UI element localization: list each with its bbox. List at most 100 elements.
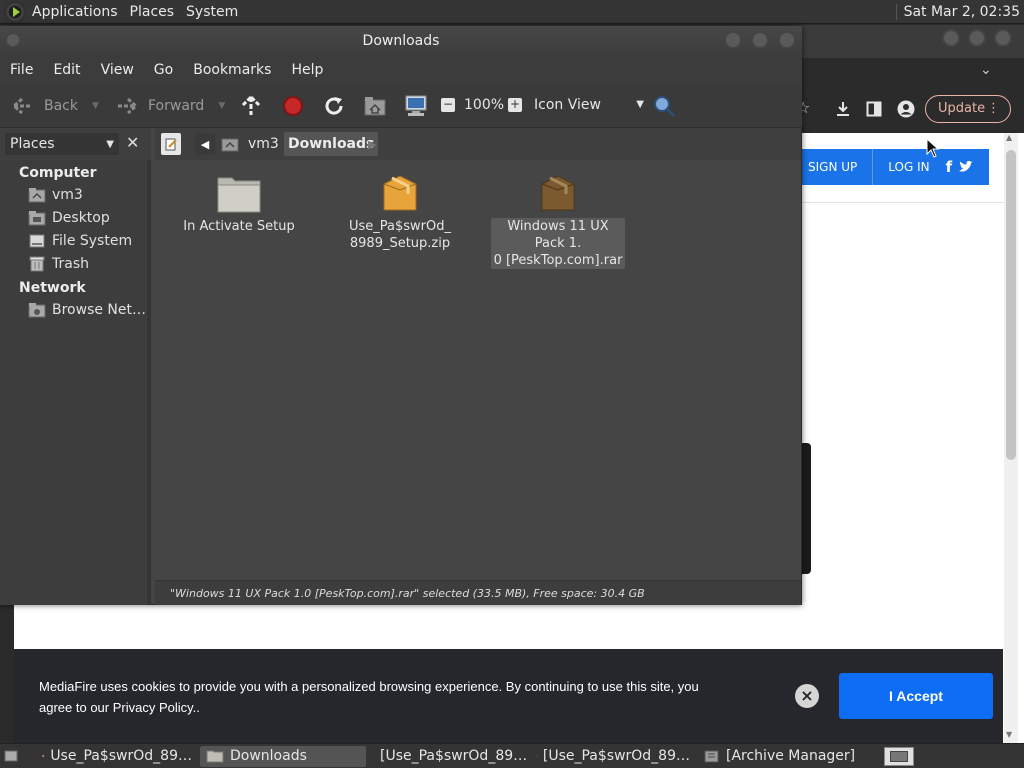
file-item-folder[interactable]: In Activate Setup — [168, 172, 310, 235]
path-button-vm3[interactable]: vm3 — [221, 133, 279, 155]
accept-cookies-button[interactable]: I Accept — [839, 673, 993, 719]
page-dark-panel — [802, 443, 811, 574]
file-view[interactable]: In Activate Setup Use_Pa$swrOd_ 8989_Set… — [155, 160, 801, 580]
status-bar: "Windows 11 UX Pack 1.0 [PeskTop.com].ra… — [155, 580, 801, 605]
toolbar: Back ▼ Forward ▼ − 100% + Icon View ▼ — [0, 84, 802, 128]
applications-menu[interactable]: Applications — [26, 4, 124, 20]
top-panel: Applications Places System Sat Mar 2, 02… — [0, 0, 1024, 24]
file-item-rar[interactable]: Windows 11 UX Pack 1. 0 [PeskTop.com].ra… — [487, 172, 629, 269]
forward-arrow-icon — [118, 97, 139, 115]
file-name: Use_Pa$swrOd_ — [348, 219, 451, 234]
sidebar-item-label: vm3 — [52, 187, 83, 203]
file-name: In Activate Setup — [183, 219, 295, 234]
location-bar: ◀ vm3 Downloads ▶ — [155, 128, 801, 160]
network-icon — [28, 303, 46, 318]
file-name-cont: 0 [PeskTop.com].rar — [493, 253, 623, 268]
archive-manager-icon — [704, 750, 719, 763]
mediafire-header-bar: SIGN UP LOG IN f — [802, 149, 989, 185]
sidebar-item-file-system[interactable]: File System — [28, 233, 132, 249]
mouse-cursor-icon — [926, 138, 940, 158]
menu-file[interactable]: File — [0, 62, 43, 78]
path-button-downloads[interactable]: Downloads — [284, 132, 379, 156]
trash-icon — [29, 256, 45, 272]
menu-go[interactable]: Go — [144, 62, 183, 78]
up-arrow-icon[interactable] — [241, 95, 261, 117]
file-item-zip[interactable]: Use_Pa$swrOd_ 8989_Setup.zip — [329, 172, 471, 252]
computer-icon[interactable] — [404, 95, 428, 117]
sidebar-item-label: File System — [52, 233, 133, 249]
show-desktop-icon[interactable] — [4, 749, 18, 763]
download-icon[interactable] — [834, 100, 852, 118]
path-right-arrow-button[interactable]: ▶ — [368, 133, 382, 155]
scroll-up-arrow-icon[interactable]: ▲ — [1006, 133, 1012, 142]
close-button[interactable] — [994, 29, 1012, 47]
close-button[interactable] — [778, 31, 796, 49]
twitter-icon[interactable] — [958, 160, 974, 174]
back-button[interactable]: Back ▼ — [10, 96, 99, 116]
home-folder-icon[interactable] — [364, 96, 386, 116]
zip-archive-icon — [383, 175, 417, 211]
taskbar-item-archive-manager[interactable]: [Archive Manager] — [698, 746, 868, 767]
minimize-button[interactable] — [942, 29, 960, 47]
selection-highlight: Windows 11 UX Pack 1. 0 [PeskTop.com].ra… — [491, 218, 625, 269]
places-sidebar: Computer vm3 Desktop File System Trash N… — [0, 160, 151, 605]
sidebar-item-label: Desktop — [52, 210, 110, 226]
zoom-level: 100% — [464, 97, 505, 113]
sidebar-item-desktop[interactable]: Desktop — [28, 210, 110, 226]
sidebar-item-vm3[interactable]: vm3 — [28, 187, 83, 203]
facebook-icon[interactable]: f — [940, 158, 959, 176]
scroll-down-arrow-icon[interactable]: ▼ — [1006, 730, 1012, 739]
window-menu-button[interactable] — [5, 32, 21, 48]
zoom-in-button[interactable]: + — [508, 98, 522, 112]
chevron-down-icon: ▼ — [218, 101, 226, 111]
view-mode-select[interactable]: Icon View ▼ — [534, 97, 644, 113]
sidebar-item-browse-network[interactable]: Browse Net… — [28, 302, 146, 318]
desktop-folder-icon — [28, 211, 46, 226]
sidebar-item-trash[interactable]: Trash — [28, 256, 89, 272]
menu-help[interactable]: Help — [281, 62, 333, 78]
edit-icon — [165, 138, 177, 151]
system-menu[interactable]: System — [180, 4, 244, 20]
archive-manager-icon — [536, 755, 537, 757]
zoom-out-button[interactable]: − — [441, 98, 455, 112]
menu-edit[interactable]: Edit — [43, 62, 90, 78]
taskbar-item-browser[interactable]: Use_Pa$swrOd_89… — [36, 746, 198, 767]
signup-link[interactable]: SIGN UP — [802, 160, 872, 174]
menu-view[interactable]: View — [91, 62, 144, 78]
path-left-arrow-button[interactable]: ◀ — [195, 133, 215, 155]
maximize-button[interactable] — [751, 31, 769, 49]
minimize-button[interactable] — [724, 31, 742, 49]
toggle-location-entry-button[interactable] — [161, 133, 181, 155]
file-name: Windows 11 UX Pack 1. — [507, 219, 609, 251]
stop-icon[interactable] — [282, 95, 304, 117]
file-manager-titlebar[interactable]: Downloads — [0, 26, 802, 56]
taskbar-item-archive-1[interactable]: [Use_Pa$swrOd_89… — [368, 746, 528, 767]
maximize-button[interactable] — [968, 29, 986, 47]
menu-bookmarks[interactable]: Bookmarks — [183, 62, 281, 78]
sidebar-item-label: Trash — [52, 256, 89, 272]
places-menu[interactable]: Places — [124, 4, 181, 20]
scrollbar-thumb[interactable] — [1006, 150, 1016, 460]
profile-icon[interactable] — [897, 100, 915, 118]
workspace-switcher[interactable] — [884, 746, 914, 766]
chevron-down-icon[interactable]: ⌄ — [980, 62, 992, 78]
taskbar-item-downloads[interactable]: Downloads — [200, 745, 366, 767]
forward-button[interactable]: Forward ▼ — [114, 96, 225, 116]
divider — [802, 202, 1004, 203]
side-panel-icon[interactable] — [866, 101, 882, 117]
close-sidebar-icon[interactable]: ✕ — [126, 133, 139, 152]
reload-icon[interactable] — [323, 95, 345, 117]
clock[interactable]: Sat Mar 2, 02:35 — [895, 0, 1020, 24]
folder-icon — [217, 177, 261, 213]
login-link[interactable]: LOG IN — [873, 160, 939, 174]
cookie-message: MediaFire uses cookies to provide you wi… — [39, 679, 699, 715]
update-button[interactable]: Update ⋮ — [925, 95, 1011, 123]
search-icon[interactable] — [652, 94, 676, 118]
chevron-down-icon: ▼ — [106, 138, 114, 150]
taskbar-item-archive-2[interactable]: [Use_Pa$swrOd_89… — [530, 746, 696, 767]
mate-logo-icon[interactable] — [4, 0, 26, 23]
window-title: Downloads — [362, 33, 440, 49]
sidebar-type-select[interactable]: Places ▼ — [5, 133, 119, 155]
cookie-close-button[interactable]: × — [795, 684, 819, 708]
chevron-down-icon: ▼ — [636, 99, 644, 110]
